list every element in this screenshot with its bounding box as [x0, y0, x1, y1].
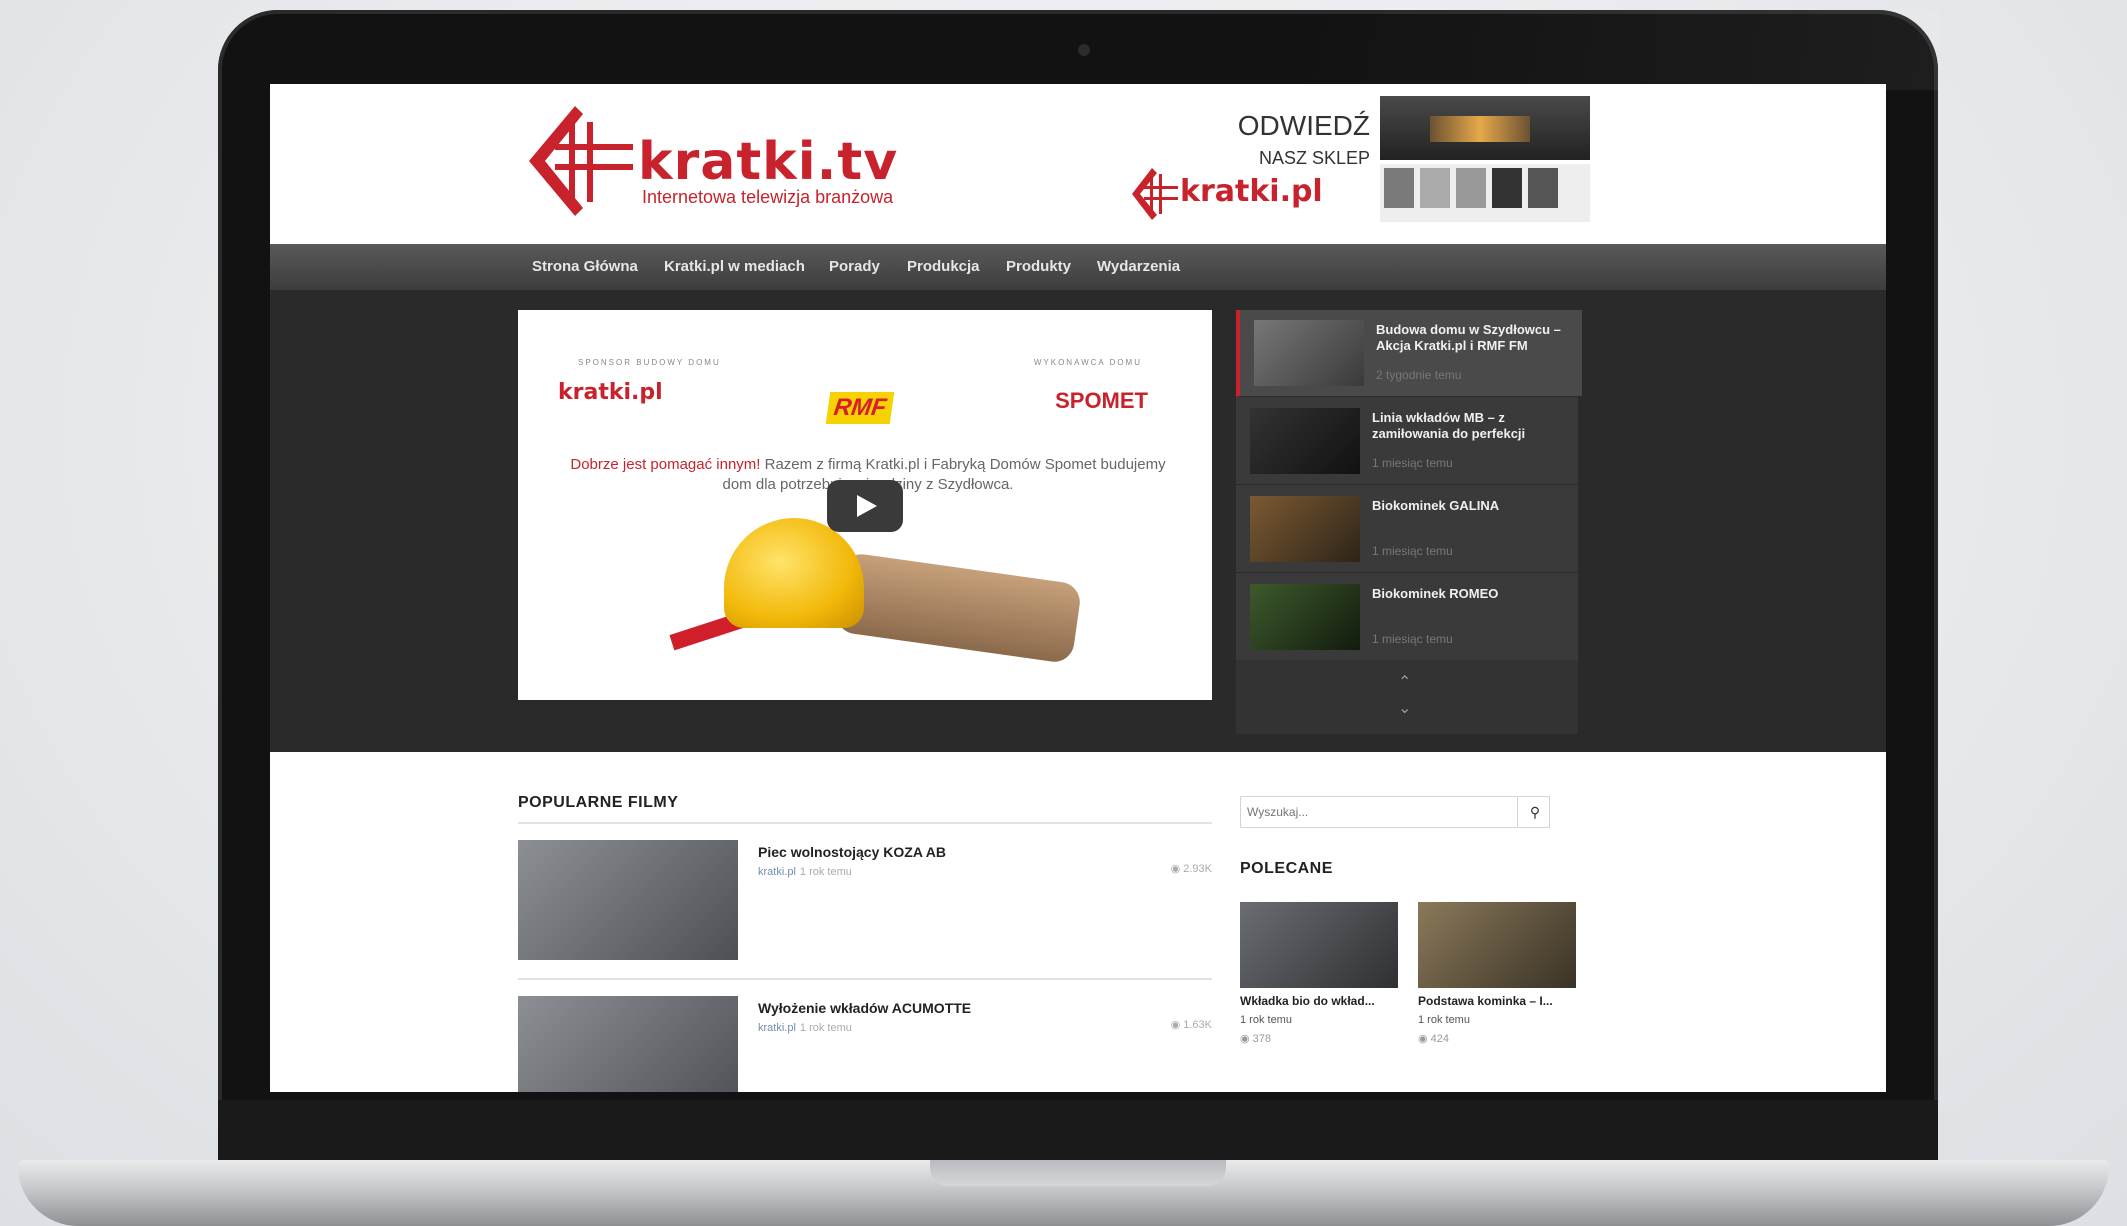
recommended-item-title[interactable]: Wkładka bio do wkład...	[1240, 994, 1398, 1008]
video-views: ◉ 2.93K	[1171, 862, 1212, 875]
video-views-count: 2.93K	[1183, 863, 1212, 875]
playlist-scroll-controls: ⌃ ⌄	[1236, 660, 1578, 734]
search-input[interactable]	[1241, 797, 1523, 827]
eye-icon: ◉	[1418, 1033, 1428, 1045]
chevron-down-icon[interactable]: ⌄	[1398, 698, 1411, 718]
playlist-item-time: 1 miesiąc temu	[1372, 544, 1453, 558]
popular-videos-title: POPULARNE FILMY	[518, 794, 679, 811]
recommended-item[interactable]: Wkładka bio do wkład... 1 rok temu ◉ 378	[1240, 902, 1398, 1045]
recommended-item[interactable]: Podstawa kominka – I... 1 rok temu ◉ 424	[1418, 902, 1576, 1045]
site-logo-subtitle: Internetowa telewizja branżowa	[642, 187, 894, 207]
video-meta: kratki.pl 1 rok temu	[758, 1022, 852, 1034]
recommended-thumbnail[interactable]	[1240, 902, 1398, 988]
video-caption-highlight: Dobrze jest pomagać innym!	[570, 456, 761, 473]
playlist-item-title: Biokominek GALINA	[1372, 498, 1500, 513]
ad-product-thumb	[1528, 168, 1558, 208]
video-title[interactable]: Piec wolnostojący KOZA AB	[758, 844, 946, 860]
search-icon[interactable]: ⚲	[1517, 797, 1552, 827]
playlist-item-time: 2 tygodnie temu	[1376, 368, 1462, 382]
video-meta: kratki.pl 1 rok temu	[758, 866, 852, 878]
playlist-thumbnail	[1254, 320, 1364, 386]
search-box: ⚲	[1240, 796, 1550, 828]
video-rmf-logo: RMF	[825, 392, 895, 424]
playlist-thumbnail	[1250, 584, 1360, 650]
sponsor-label: SPONSOR BUDOWY DOMU	[578, 358, 721, 367]
nav-media[interactable]: Kratki.pl w mediach	[664, 258, 805, 275]
hero-section: SPONSOR BUDOWY DOMU WYKONAWCA DOMU kratk…	[270, 290, 1886, 752]
recommended-thumbnail[interactable]	[1418, 902, 1576, 988]
nav-products[interactable]: Produkty	[1006, 258, 1071, 275]
ad-product-thumb	[1384, 168, 1414, 208]
ad-product-thumb	[1492, 168, 1522, 208]
playlist-thumbnail	[1250, 408, 1360, 474]
site-header: kratki.tv Internetowa telewizja branżowa…	[270, 84, 1886, 244]
ad-logo-text: kratki.pl	[1180, 174, 1323, 209]
eye-icon: ◉	[1170, 863, 1181, 875]
video-playlist: Budowa domu w Szydłowcu – Akcja Kratki.p…	[1236, 310, 1582, 734]
nav-events[interactable]: Wydarzenia	[1097, 258, 1180, 275]
webcam	[1078, 44, 1090, 56]
nav-home[interactable]: Strona Główna	[532, 258, 638, 275]
playlist-item-title: Budowa domu w Szydłowcu – Akcja Kratki.p…	[1376, 322, 1561, 354]
featured-video-player[interactable]: SPONSOR BUDOWY DOMU WYKONAWCA DOMU kratk…	[518, 310, 1212, 700]
eye-icon: ◉	[1170, 1019, 1181, 1031]
video-spomet-logo: SPOMET	[1055, 388, 1148, 413]
recommended-item-views: ◉ 378	[1240, 1032, 1398, 1045]
ad-visit-text: ODWIEDŹ	[1237, 110, 1370, 141]
video-views-count: 1.63K	[1183, 1019, 1212, 1031]
recommended-item-time: 1 rok temu	[1418, 1014, 1470, 1026]
contractor-label: WYKONAWCA DOMU	[1033, 358, 1142, 367]
video-thumbnail[interactable]	[518, 996, 738, 1092]
playlist-item-time: 1 miesiąc temu	[1372, 632, 1453, 646]
recommended-item-views: ◉ 424	[1418, 1032, 1576, 1045]
kratki-logo-icon[interactable]	[525, 104, 635, 219]
recommended-item-views-count: 378	[1252, 1033, 1272, 1045]
video-kratki-logo: kratki.pl	[558, 380, 663, 405]
ad-product-thumb	[1420, 168, 1450, 208]
playlist-item[interactable]: Linia wkładów MB – z zamiłowania do perf…	[1236, 398, 1578, 485]
shop-ad-banner[interactable]: ODWIEDŹ NASZ SKLEP kratki.pl	[1130, 92, 1590, 232]
laptop-notch	[930, 1160, 1226, 1186]
recommended-item-views-count: 424	[1430, 1033, 1450, 1045]
play-button-icon[interactable]	[827, 480, 903, 532]
browser-screen: kratki.tv Internetowa telewizja branżowa…	[270, 84, 1886, 1092]
nav-tips[interactable]: Porady	[829, 258, 880, 275]
popular-video-row[interactable]: Wyłożenie wkładów ACUMOTTE kratki.pl 1 ro…	[518, 996, 1212, 1092]
playlist-item-time: 1 miesiąc temu	[1372, 456, 1453, 470]
recommended-item-title[interactable]: Podstawa kominka – I...	[1418, 994, 1576, 1008]
site-logo-title[interactable]: kratki.tv	[638, 132, 898, 192]
tool-belt-image	[833, 551, 1083, 665]
chevron-up-icon[interactable]: ⌃	[1398, 672, 1411, 692]
section-divider	[518, 822, 1212, 824]
popular-video-row[interactable]: Piec wolnostojący KOZA AB kratki.pl 1 rok…	[518, 840, 1212, 980]
video-author[interactable]: kratki.pl	[758, 866, 796, 878]
video-views: ◉ 1.63K	[1171, 1018, 1212, 1031]
video-thumbnail[interactable]	[518, 840, 738, 960]
row-divider	[518, 978, 1212, 980]
recommended-title: POLECANE	[1240, 860, 1333, 877]
laptop-bezel	[218, 1100, 1938, 1160]
nav-production[interactable]: Produkcja	[907, 258, 980, 275]
main-navigation: Strona Główna Kratki.pl w mediach Porady…	[270, 244, 1886, 290]
playlist-item[interactable]: Biokominek GALINA 1 miesiąc temu	[1236, 486, 1578, 573]
eye-icon: ◉	[1240, 1033, 1250, 1045]
ad-fire-image	[1430, 116, 1530, 142]
playlist-item[interactable]: Biokominek ROMEO 1 miesiąc temu	[1236, 574, 1578, 661]
screen-glare	[1290, 10, 1940, 90]
video-time: 1 rok temu	[799, 1022, 852, 1034]
video-title[interactable]: Wyłożenie wkładów ACUMOTTE	[758, 1000, 971, 1016]
recommended-item-time: 1 rok temu	[1240, 1014, 1292, 1026]
ad-product-thumb	[1456, 168, 1486, 208]
video-time: 1 rok temu	[799, 866, 852, 878]
playlist-item-title: Linia wkładów MB – z zamiłowania do perf…	[1372, 410, 1526, 442]
video-author[interactable]: kratki.pl	[758, 1022, 796, 1034]
playlist-thumbnail	[1250, 496, 1360, 562]
hard-hat-image	[724, 518, 864, 628]
playlist-item-title: Biokominek ROMEO	[1372, 586, 1499, 601]
video-caption-rest: Razem z firmą Kratki.pl i Fabryką Domów …	[722, 456, 1166, 493]
playlist-item[interactable]: Budowa domu w Szydłowcu – Akcja Kratki.p…	[1236, 310, 1582, 397]
